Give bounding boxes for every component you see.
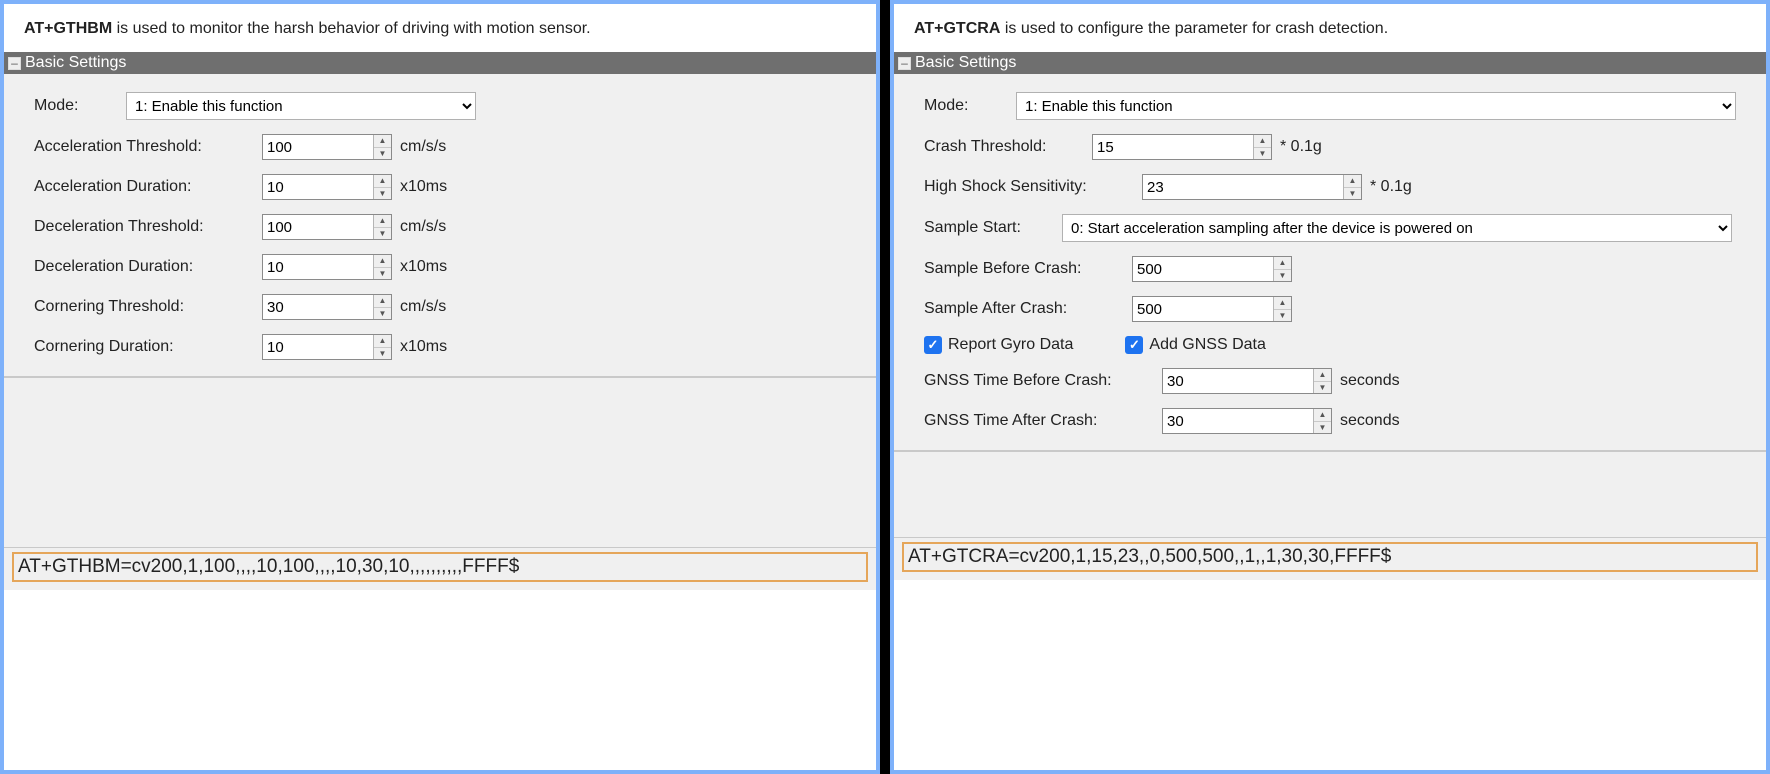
form-body: Mode: 1: Enable this function Accelerati… xyxy=(4,74,876,377)
cmd-desc: is used to monitor the harsh behavior of… xyxy=(112,20,590,37)
command-line-output: AT+GTHBM=cv200,1,100,,,,10,100,,,,10,30,… xyxy=(12,552,868,582)
sample-after-input[interactable]: ▲▼ xyxy=(1132,296,1292,322)
cornering-threshold-input[interactable]: ▲▼ xyxy=(262,294,392,320)
cmdline-wrap: AT+GTHBM=cv200,1,100,,,,10,100,,,,10,30,… xyxy=(4,547,876,590)
unit-label: cm/s/s xyxy=(400,138,446,156)
cmdline-wrap: AT+GTCRA=cv200,1,15,23,,0,500,500,,1,,1,… xyxy=(894,537,1766,580)
crash-threshold-input[interactable]: ▲▼ xyxy=(1092,134,1272,160)
unit-label: x10ms xyxy=(400,338,447,356)
gnss-after-input[interactable]: ▲▼ xyxy=(1162,408,1332,434)
panel-gthbm: AT+GTHBM is used to monitor the harsh be… xyxy=(0,0,880,774)
unit-label: cm/s/s xyxy=(400,218,446,236)
section-header-basic[interactable]: – Basic Settings xyxy=(894,52,1766,74)
spin-buttons[interactable]: ▲▼ xyxy=(373,135,391,159)
cmd-desc: is used to configure the parameter for c… xyxy=(1000,20,1388,37)
unit-label: seconds xyxy=(1340,412,1400,430)
check-icon: ✓ xyxy=(924,336,942,354)
cmd-name: AT+GTHBM xyxy=(24,20,112,37)
accel-duration-input[interactable]: ▲▼ xyxy=(262,174,392,200)
form-body: Mode: 1: Enable this function Crash Thre… xyxy=(894,74,1766,451)
command-line-output: AT+GTCRA=cv200,1,15,23,,0,500,500,,1,,1,… xyxy=(902,542,1758,572)
accel-duration-label: Acceleration Duration: xyxy=(34,178,254,196)
crash-threshold-label: Crash Threshold: xyxy=(924,138,1084,156)
panel-gtcra: AT+GTCRA is used to configure the parame… xyxy=(890,0,1770,774)
unit-label: * 0.1g xyxy=(1370,178,1412,196)
gnss-after-label: GNSS Time After Crash: xyxy=(924,412,1154,430)
high-shock-label: High Shock Sensitivity: xyxy=(924,178,1134,196)
accel-threshold-label: Acceleration Threshold: xyxy=(34,138,254,156)
add-gnss-checkbox[interactable]: ✓ Add GNSS Data xyxy=(1125,336,1266,354)
check-icon: ✓ xyxy=(1125,336,1143,354)
cornering-duration-input[interactable]: ▲▼ xyxy=(262,334,392,360)
cmd-name: AT+GTCRA xyxy=(914,20,1000,37)
sample-after-label: Sample After Crash: xyxy=(924,300,1124,318)
unit-label: cm/s/s xyxy=(400,298,446,316)
vertical-divider xyxy=(880,0,890,774)
gnss-before-label: GNSS Time Before Crash: xyxy=(924,372,1154,390)
decel-threshold-label: Deceleration Threshold: xyxy=(34,218,254,236)
decel-duration-label: Deceleration Duration: xyxy=(34,258,254,276)
high-shock-input[interactable]: ▲▼ xyxy=(1142,174,1362,200)
intro-text: AT+GTHBM is used to monitor the harsh be… xyxy=(4,4,876,52)
spacer-area xyxy=(894,451,1766,537)
cornering-threshold-label: Cornering Threshold: xyxy=(34,298,254,316)
unit-label: * 0.1g xyxy=(1280,138,1322,156)
decel-duration-input[interactable]: ▲▼ xyxy=(262,254,392,280)
unit-label: x10ms xyxy=(400,258,447,276)
mode-select[interactable]: 1: Enable this function xyxy=(1016,92,1736,120)
collapse-icon[interactable]: – xyxy=(8,57,21,70)
mode-select[interactable]: 1: Enable this function xyxy=(126,92,476,120)
section-title: Basic Settings xyxy=(25,54,126,72)
section-title: Basic Settings xyxy=(915,54,1016,72)
section-header-basic[interactable]: – Basic Settings xyxy=(4,52,876,74)
intro-text: AT+GTCRA is used to configure the parame… xyxy=(894,4,1766,52)
sample-before-input[interactable]: ▲▼ xyxy=(1132,256,1292,282)
gnss-before-input[interactable]: ▲▼ xyxy=(1162,368,1332,394)
mode-label: Mode: xyxy=(924,97,1008,115)
checkbox-label: Report Gyro Data xyxy=(948,336,1073,354)
unit-label: seconds xyxy=(1340,372,1400,390)
spacer-area xyxy=(4,377,876,547)
collapse-icon[interactable]: – xyxy=(898,57,911,70)
mode-label: Mode: xyxy=(34,97,118,115)
checkbox-label: Add GNSS Data xyxy=(1149,336,1266,354)
sample-start-select[interactable]: 0: Start acceleration sampling after the… xyxy=(1062,214,1732,242)
sample-start-label: Sample Start: xyxy=(924,219,1054,237)
unit-label: x10ms xyxy=(400,178,447,196)
sample-before-label: Sample Before Crash: xyxy=(924,260,1124,278)
cornering-duration-label: Cornering Duration: xyxy=(34,338,254,356)
accel-threshold-input[interactable]: ▲▼ xyxy=(262,134,392,160)
report-gyro-checkbox[interactable]: ✓ Report Gyro Data xyxy=(924,336,1073,354)
decel-threshold-input[interactable]: ▲▼ xyxy=(262,214,392,240)
